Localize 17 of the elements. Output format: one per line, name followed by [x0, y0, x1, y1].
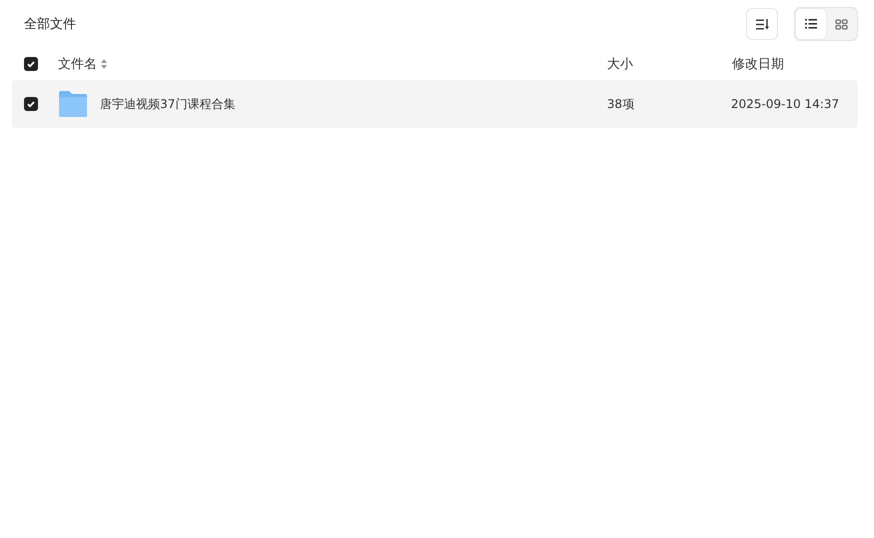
grid-icon: [834, 18, 848, 30]
checkbox[interactable]: [24, 97, 38, 111]
checkbox[interactable]: [24, 57, 38, 71]
sort-arrows-icon[interactable]: [101, 59, 107, 69]
column-header: 修改日期: [732, 56, 784, 73]
file-size: 38项: [607, 96, 636, 112]
page-title: 全部文件: [24, 16, 77, 33]
modified-date: 2025-09-10 14:37: [731, 97, 840, 111]
file-name: 唐宇迪视频37门课程合集: [100, 96, 236, 112]
list-icon: [805, 19, 817, 29]
list-view-button[interactable]: [796, 9, 826, 39]
sort-button[interactable]: [746, 8, 778, 40]
column-header: 大小: [607, 56, 633, 73]
folder-icon: [58, 90, 88, 118]
file-row[interactable]: 唐宇迪视频37门课程合集 38项 2025-09-10 14:37: [12, 80, 858, 128]
sort-icon: [756, 18, 768, 30]
column-header[interactable]: 文件名: [58, 55, 97, 73]
